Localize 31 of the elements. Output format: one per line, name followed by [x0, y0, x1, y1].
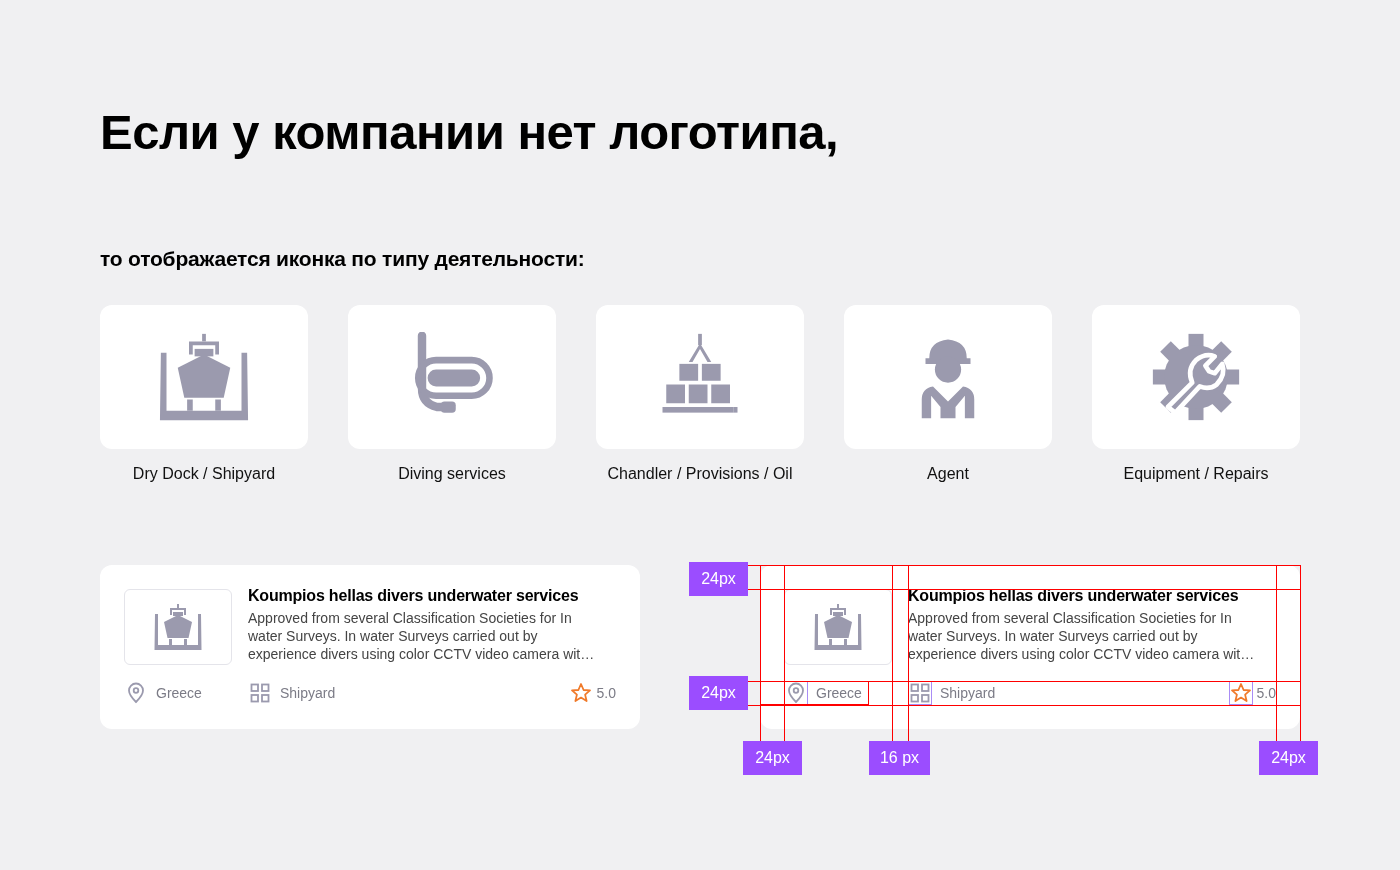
spacing-label: 16 px — [869, 741, 930, 775]
category-label: Diving services — [398, 464, 506, 484]
star-icon — [568, 681, 593, 705]
category-label: Chandler / Provisions / Oil — [607, 464, 793, 484]
rating-text: 5.0 — [1256, 685, 1276, 701]
category-label: Agent — [927, 464, 969, 484]
rating-text: 5.0 — [596, 685, 616, 701]
company-description: Approved from several Classification Societies for In water Surveys. In water Surveys carried out by experience divers using color CCTV video camera wit… — [248, 609, 596, 663]
category-text: Shipyard — [280, 685, 336, 701]
company-description: Approved from several Classification Societies for In water Surveys. In water Surveys carried out by experience divers using color CCTV video camera wit… — [908, 609, 1256, 663]
spacing-label: 24px — [689, 562, 748, 596]
ship-in-dock-icon — [154, 603, 202, 651]
grid-icon — [248, 681, 272, 705]
grid-icon — [908, 681, 932, 705]
category-label: Equipment / Repairs — [1123, 464, 1269, 484]
star-icon — [1228, 681, 1253, 705]
location-text: Greece — [156, 685, 202, 701]
spacing-label: 24px — [1259, 741, 1318, 775]
category-text: Shipyard — [940, 685, 996, 701]
ship-in-dock-icon — [159, 332, 249, 422]
page-subheading: то отображается иконка по типу деятельности: — [100, 246, 586, 272]
company-name: Koumpios hellas divers underwater services — [908, 586, 1240, 606]
spacing-label: 24px — [689, 676, 748, 710]
ship-in-dock-icon — [814, 603, 862, 651]
page-heading: Если у компании нет логотипа, — [100, 104, 840, 160]
spacing-label: 24px — [743, 741, 802, 775]
gear-wrench-icon — [1151, 332, 1241, 422]
location-text: Greece — [816, 685, 862, 701]
company-card[interactable] — [100, 565, 640, 729]
company-name: Koumpios hellas divers underwater services — [248, 586, 580, 606]
category-label: Dry Dock / Shipyard — [132, 464, 276, 484]
